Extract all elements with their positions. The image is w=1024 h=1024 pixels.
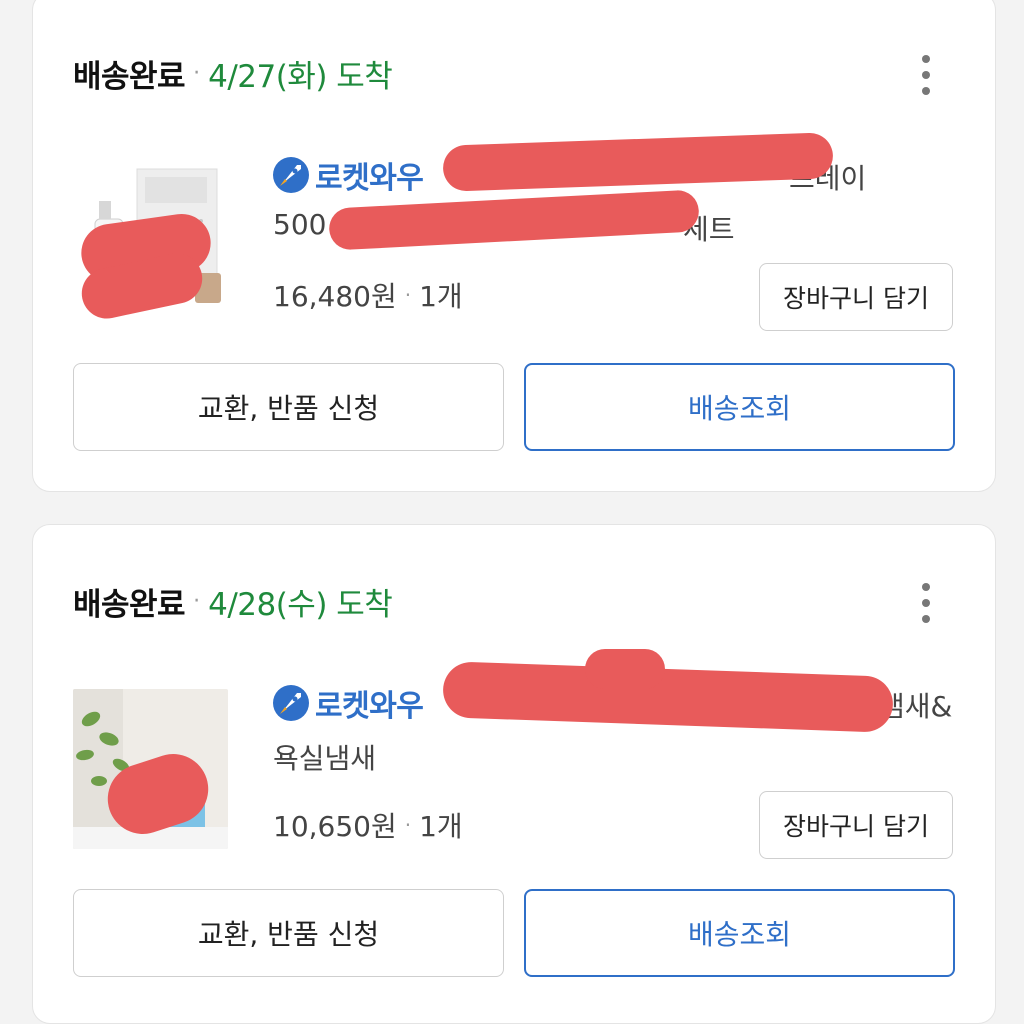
product-quantity: 1개 <box>419 280 463 313</box>
redaction-mark <box>442 132 834 192</box>
separator-dot: · <box>404 283 412 307</box>
more-vertical-icon[interactable] <box>921 55 931 95</box>
track-delivery-button[interactable]: 배송조회 <box>524 363 955 451</box>
rocket-icon <box>273 157 309 193</box>
product-price: 16,480원 <box>273 280 397 313</box>
separator-dot: · <box>404 813 412 837</box>
badge-label: 로켓와우 <box>315 161 424 196</box>
redaction-mark <box>442 661 894 733</box>
order-status-row: 배송완료 · 4/28(수) 도착 <box>73 579 393 623</box>
redaction-mark <box>328 189 700 251</box>
order-status-row: 배송완료 · 4/27(화) 도착 <box>73 51 393 95</box>
delivery-status: 배송완료 <box>73 586 186 623</box>
product-thumbnail[interactable] <box>73 689 228 849</box>
badge-label: 로켓와우 <box>315 689 424 724</box>
order-card: 배송완료 · 4/27(화) 도착 로켓와우 프레이 500 세트 16,480… <box>32 0 996 492</box>
redaction-mark <box>585 649 665 689</box>
add-to-cart-button[interactable]: 장바구니 담기 <box>759 263 953 331</box>
product-quantity: 1개 <box>419 810 463 843</box>
product-title-fragment[interactable]: 욕실냄새 <box>273 737 376 777</box>
exchange-return-button[interactable]: 교환, 반품 신청 <box>73 363 504 451</box>
price-row: 10,650원 · 1개 <box>273 805 463 845</box>
rocket-wow-badge: 로켓와우 <box>271 681 424 725</box>
delivery-status: 배송완료 <box>73 58 186 95</box>
arrival-date: 4/27(화) 도착 <box>208 58 393 95</box>
product-price: 10,650원 <box>273 810 397 843</box>
rocket-icon <box>273 685 309 721</box>
separator-dot: · <box>193 60 201 86</box>
more-vertical-icon[interactable] <box>921 583 931 623</box>
product-title-fragment[interactable]: 500 <box>273 208 326 241</box>
exchange-return-button[interactable]: 교환, 반품 신청 <box>73 889 504 977</box>
arrival-date: 4/28(수) 도착 <box>208 586 393 623</box>
separator-dot: · <box>193 588 201 614</box>
track-delivery-button[interactable]: 배송조회 <box>524 889 955 977</box>
order-card: 배송완료 · 4/28(수) 도착 로켓와우 냄새& 욕실냄새 10,650원 … <box>32 524 996 1024</box>
rocket-wow-badge: 로켓와우 <box>271 153 424 197</box>
price-row: 16,480원 · 1개 <box>273 275 463 315</box>
product-thumbnail[interactable] <box>73 161 228 321</box>
add-to-cart-button[interactable]: 장바구니 담기 <box>759 791 953 859</box>
